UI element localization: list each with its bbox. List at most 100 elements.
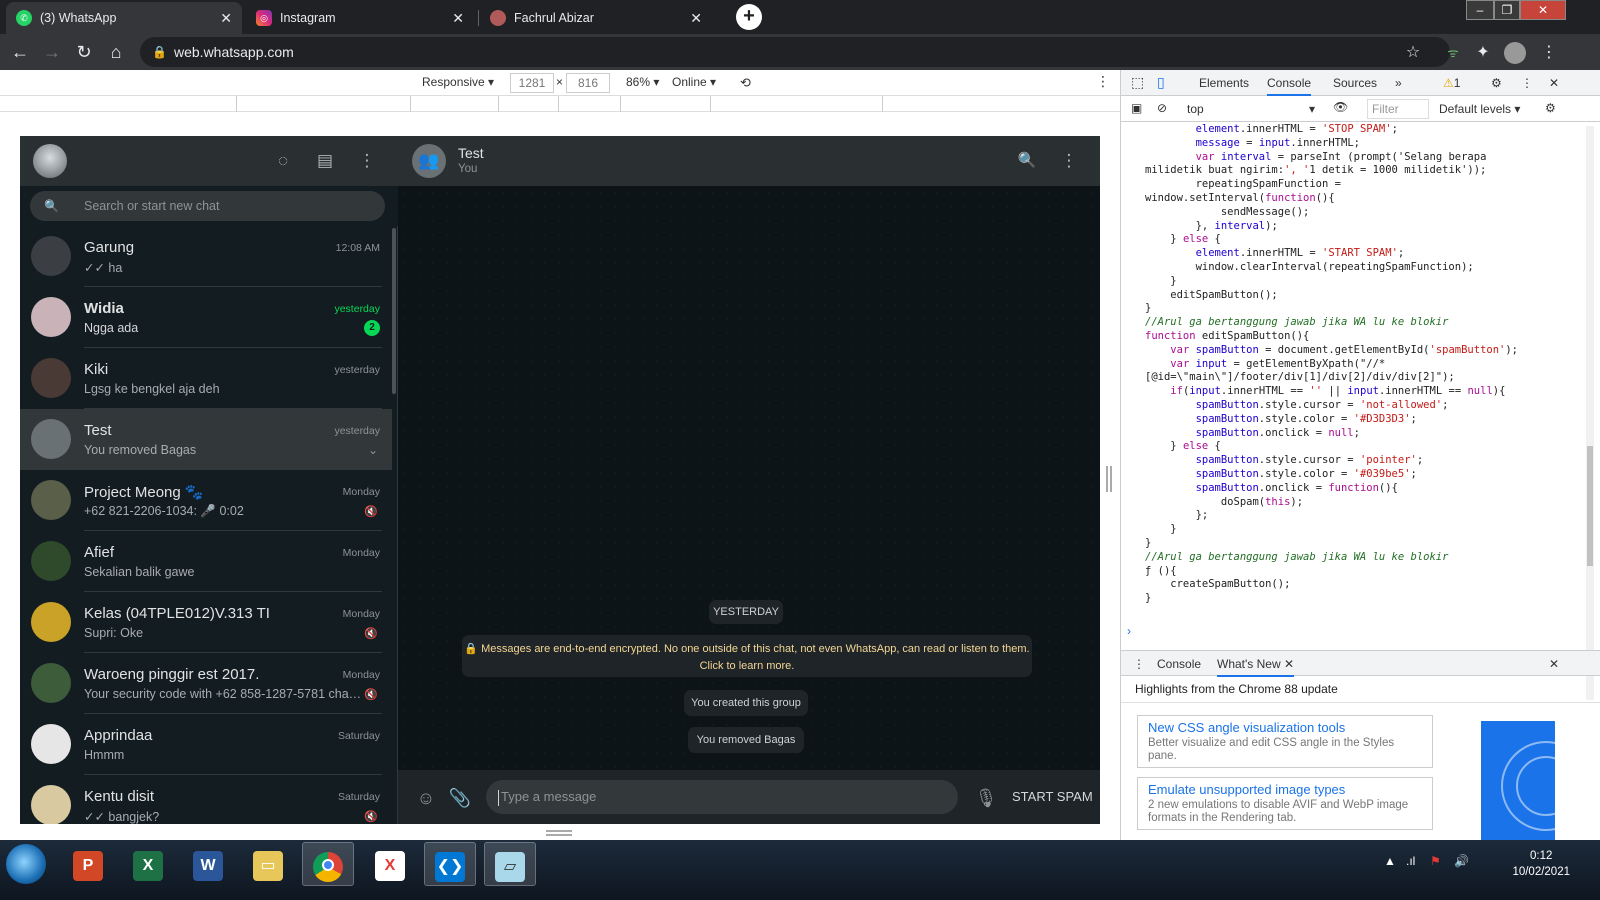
vscode-icon[interactable]: ❮❯: [424, 842, 476, 886]
home-icon[interactable]: ⌂: [104, 40, 128, 64]
chat-list-item[interactable]: Apprindaa Saturday Hmmm: [20, 714, 392, 775]
sidebar-toggle-icon[interactable]: ▣: [1131, 101, 1142, 115]
tab-console[interactable]: Console: [1267, 70, 1312, 96]
xampp-icon[interactable]: X: [364, 842, 416, 886]
reload-icon[interactable]: ↻: [72, 40, 96, 64]
learn-more-link[interactable]: Click to learn more.: [462, 658, 1032, 675]
drawer-menu-icon[interactable]: ⋮: [1133, 657, 1145, 671]
device-mode-select[interactable]: Responsive ▾: [422, 75, 494, 89]
console-prompt[interactable]: ›: [1127, 624, 1131, 638]
tab-profile[interactable]: Fachrul Abizar ✕: [480, 2, 712, 34]
console-scrollbar[interactable]: [1586, 126, 1594, 700]
whats-new-item[interactable]: New CSS angle visualization tools Better…: [1137, 715, 1433, 768]
restore-icon[interactable]: ❐: [1494, 0, 1520, 20]
profile-avatar-icon[interactable]: [1504, 42, 1526, 64]
new-tab-button[interactable]: +: [736, 4, 762, 30]
drawer-tab-whats-new[interactable]: What's New ✕: [1217, 651, 1295, 677]
settings-gear-icon[interactable]: ⚙: [1491, 76, 1502, 90]
emoji-icon[interactable]: ☺: [414, 786, 438, 810]
system-clock[interactable]: 0:12 10/02/2021: [1512, 848, 1570, 880]
tab-whatsapp[interactable]: ✆ (3) WhatsApp ✕: [6, 2, 242, 34]
forward-icon[interactable]: →: [40, 40, 64, 64]
tab-instagram[interactable]: ◎ Instagram ✕: [246, 2, 474, 34]
width-input[interactable]: 1281: [510, 73, 554, 93]
tray-expand-icon[interactable]: ▲: [1384, 854, 1396, 868]
menu-icon[interactable]: ⋮: [356, 150, 378, 172]
console-settings-icon[interactable]: ⚙: [1545, 101, 1556, 115]
chat-list-item[interactable]: Garung 12:08 AM ✓✓ ha: [20, 226, 392, 287]
search-input[interactable]: 🔍 Search or start new chat: [30, 191, 385, 221]
word-icon[interactable]: W: [182, 842, 234, 886]
search-icon[interactable]: 🔍: [1016, 150, 1038, 172]
bookmark-star-icon[interactable]: ☆: [1402, 42, 1424, 64]
microphone-icon[interactable]: 🎙: [974, 786, 998, 810]
powerpoint-icon[interactable]: P: [62, 842, 114, 886]
volume-icon[interactable]: 🔊: [1454, 854, 1469, 868]
chat-list-item[interactable]: Widia yesterday Ngga ada 2: [20, 287, 392, 348]
zoom-select[interactable]: 86% ▾: [626, 75, 659, 89]
whats-new-item-title[interactable]: New CSS angle visualization tools: [1148, 720, 1422, 735]
status-icon[interactable]: ◌: [272, 150, 294, 172]
chat-list-item[interactable]: Waroeng pinggir est 2017. Monday Your secu…: [20, 653, 392, 714]
chrome-icon[interactable]: [302, 842, 354, 886]
console-filter-input[interactable]: Filter: [1367, 99, 1429, 119]
close-tab-icon[interactable]: ✕: [452, 10, 464, 27]
new-chat-icon[interactable]: ▤: [314, 150, 336, 172]
minimize-icon[interactable]: –: [1466, 0, 1494, 20]
conversation-header[interactable]: 👥 Test You 🔍 ⋮: [398, 136, 1100, 186]
close-window-icon[interactable]: ✕: [1520, 0, 1566, 20]
close-tab-icon[interactable]: ✕: [690, 10, 702, 27]
network-throttle-select[interactable]: Online ▾: [672, 75, 716, 89]
signal-icon[interactable]: .ıl: [1406, 854, 1415, 868]
explorer-icon[interactable]: ▭: [242, 842, 294, 886]
inspect-icon[interactable]: ⬚: [1131, 74, 1144, 91]
context-select[interactable]: top ▾: [1187, 102, 1315, 116]
tab-elements[interactable]: Elements: [1199, 76, 1249, 90]
chat-list-item[interactable]: Kentu disit Saturday ✓✓ bangjek? 🔇: [20, 775, 392, 824]
live-expression-eye-icon[interactable]: 👁: [1333, 100, 1348, 114]
excel-icon[interactable]: X: [122, 842, 174, 886]
device-toggle-icon[interactable]: ▯: [1157, 74, 1165, 91]
sidebar-scrollbar[interactable]: [392, 228, 396, 394]
extension-icon[interactable]: ᯤ: [1442, 42, 1464, 64]
close-tab-icon[interactable]: ✕: [220, 10, 232, 27]
warning-counter[interactable]: ⚠1: [1443, 76, 1460, 90]
device-options-icon[interactable]: ⋮: [1096, 73, 1110, 90]
chat-list-item[interactable]: Project Meong 🐾 Monday +62 821-2206-1034: …: [20, 470, 392, 531]
message-input[interactable]: Type a message: [486, 780, 958, 814]
address-bar[interactable]: 🔒 web.whatsapp.com: [140, 37, 1450, 67]
log-levels-select[interactable]: Default levels ▾: [1439, 102, 1520, 116]
chat-list-item[interactable]: Afief Monday Sekalian balik gawe: [20, 531, 392, 592]
close-tab-icon[interactable]: ✕: [1284, 657, 1294, 671]
whats-new-item[interactable]: Emulate unsupported image types 2 new em…: [1137, 777, 1433, 830]
flag-icon[interactable]: ⚑: [1430, 854, 1441, 868]
menu-kebab-icon[interactable]: ⋮: [1538, 42, 1560, 64]
notepad-icon[interactable]: ▱: [484, 842, 536, 886]
puzzle-icon[interactable]: ✦: [1472, 42, 1494, 64]
viewport-resize-handle-bottom[interactable]: [546, 830, 572, 836]
start-spam-button[interactable]: START SPAM: [1012, 789, 1093, 804]
attach-icon[interactable]: 📎: [448, 786, 472, 810]
more-tabs-icon[interactable]: »: [1395, 76, 1402, 90]
my-avatar[interactable]: [33, 144, 67, 178]
encryption-notice[interactable]: 🔒 Messages are end-to-end encrypted. No …: [462, 635, 1032, 677]
chat-list-item[interactable]: Test yesterday You removed Bagas ⌄: [20, 409, 392, 470]
viewport-resize-handle-right[interactable]: [1106, 466, 1112, 492]
rotate-icon[interactable]: ⟲: [740, 75, 751, 91]
tab-sources[interactable]: Sources: [1333, 76, 1377, 90]
group-icon: 👥: [412, 144, 446, 178]
chat-list-item[interactable]: Kiki yesterday Lgsg ke bengkel aja deh: [20, 348, 392, 409]
whats-new-item-title[interactable]: Emulate unsupported image types: [1148, 782, 1422, 797]
console-output[interactable]: element.innerHTML = 'STOP SPAM'; message…: [1121, 122, 1591, 662]
chat-list-item[interactable]: Kelas (04TPLE012)V.313 TI Monday Supri: Ok…: [20, 592, 392, 653]
clear-console-icon[interactable]: ⊘: [1157, 101, 1167, 115]
back-icon[interactable]: ←: [8, 40, 32, 64]
height-input[interactable]: 816: [566, 73, 610, 93]
menu-icon[interactable]: ⋮: [1058, 150, 1080, 172]
chevron-down-icon[interactable]: ⌄: [368, 443, 378, 457]
start-button[interactable]: [6, 844, 46, 884]
close-devtools-icon[interactable]: ✕: [1549, 76, 1559, 90]
close-drawer-icon[interactable]: ✕: [1549, 657, 1559, 671]
drawer-tab-console[interactable]: Console: [1157, 657, 1201, 671]
devtools-menu-icon[interactable]: ⋮: [1521, 76, 1533, 90]
